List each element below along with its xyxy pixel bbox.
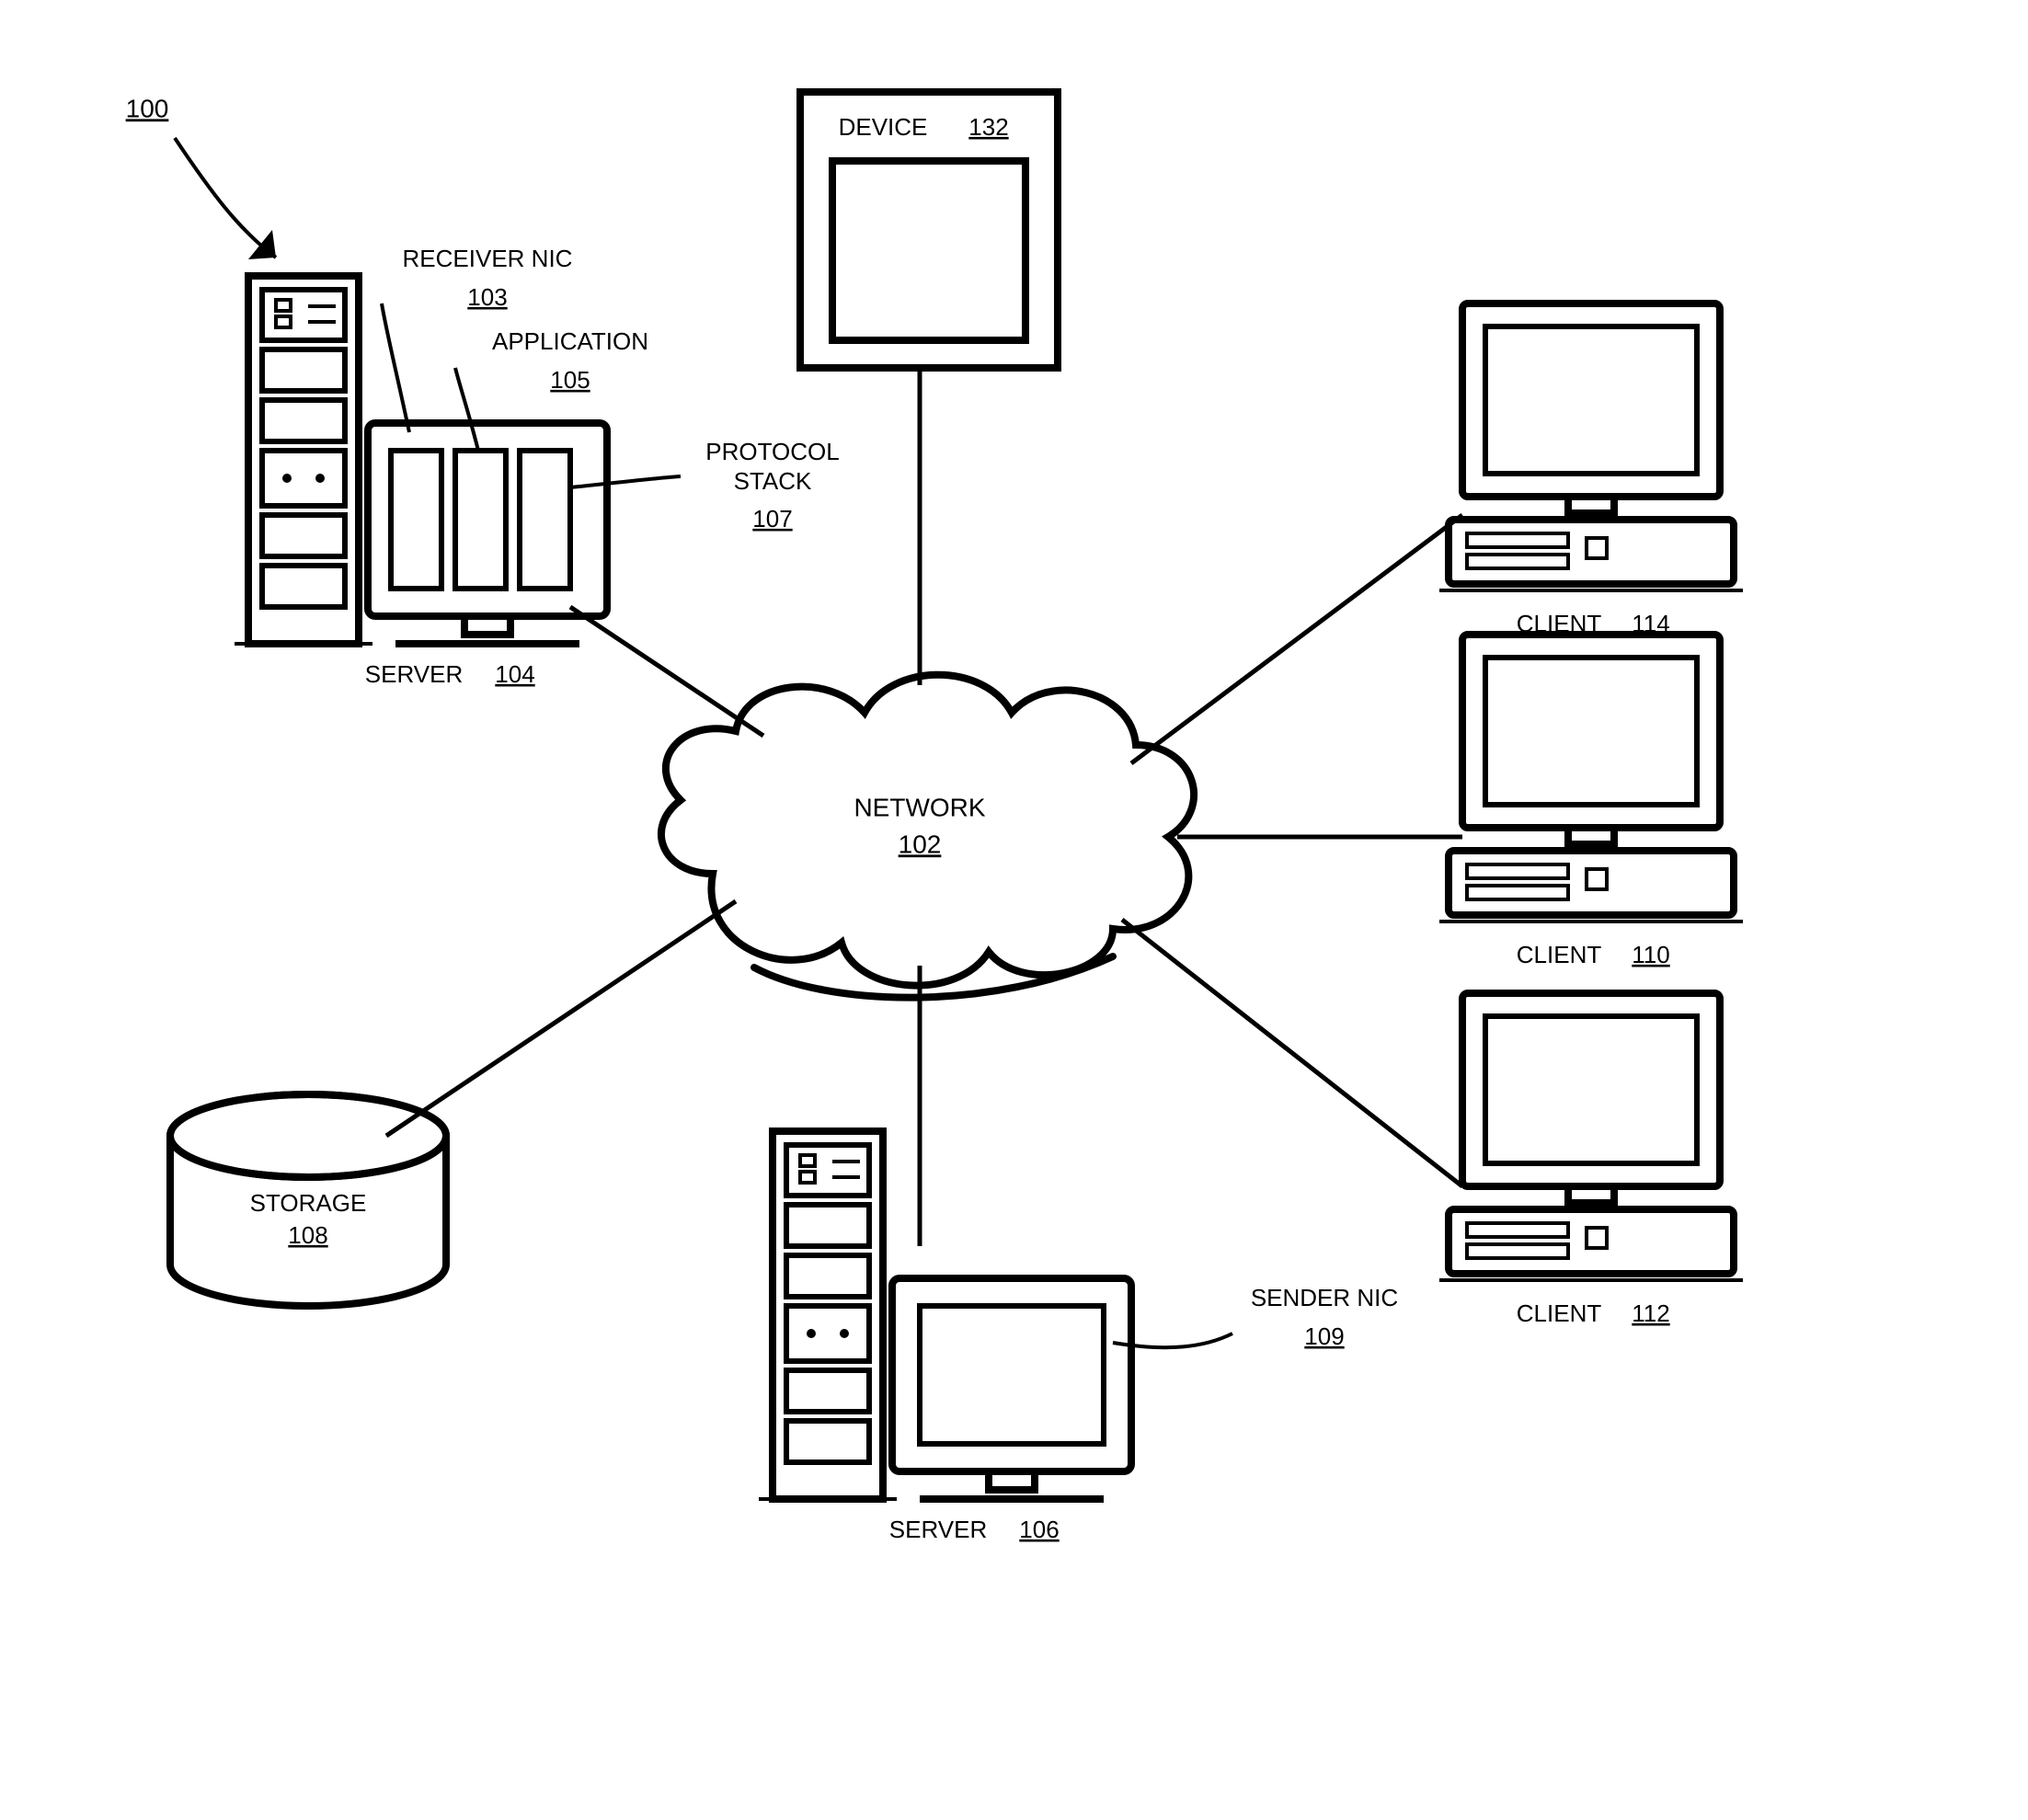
- server-106-monitor: [892, 1278, 1131, 1499]
- device-label: DEVICE: [839, 113, 928, 141]
- device-ref: 132: [968, 113, 1008, 141]
- network-ref: 102: [899, 830, 942, 858]
- storage-label: STORAGE: [250, 1189, 367, 1217]
- client-110-label: CLIENT: [1517, 941, 1602, 968]
- lead-protocol-stack: [570, 476, 681, 487]
- server-104-label: SERVER: [365, 660, 463, 688]
- sender-nic-label: SENDER NIC: [1251, 1284, 1398, 1311]
- svg-text:100: 100: [126, 94, 169, 122]
- lead-application: [455, 368, 478, 451]
- client-114: CLIENT 114: [1439, 303, 1743, 637]
- device: DEVICE 132: [800, 92, 1058, 368]
- application-label: APPLICATION: [492, 327, 648, 355]
- receiver-nic-ref: 103: [467, 283, 507, 311]
- client-110-ref: 110: [1632, 941, 1669, 968]
- client-110: CLIENT 110: [1439, 635, 1743, 968]
- server-106-label: SERVER: [889, 1516, 987, 1543]
- server-104-ref: 104: [495, 660, 534, 688]
- storage-ref: 108: [288, 1221, 327, 1249]
- server-104-monitor: [368, 423, 607, 644]
- server-106: SERVER 106 SENDER NIC 109: [759, 1131, 1398, 1543]
- client-112-label: CLIENT: [1517, 1299, 1602, 1327]
- protocol-stack-ref: 107: [752, 505, 792, 532]
- protocol-stack-label1: PROTOCOL: [705, 438, 839, 465]
- client-112: CLIENT 112: [1439, 993, 1743, 1327]
- server-104: SERVER 104 RECEIVER NIC 103 APPLICATION …: [235, 245, 840, 688]
- receiver-nic-label: RECEIVER NIC: [403, 245, 573, 272]
- lead-receiver-nic: [382, 303, 409, 432]
- protocol-stack-label2: STACK: [734, 467, 812, 495]
- figure-ref: 100: [126, 94, 276, 259]
- application-ref: 105: [550, 366, 590, 394]
- server-104-tower: [235, 276, 372, 644]
- client-112-ref: 112: [1632, 1299, 1669, 1327]
- sender-nic-ref: 109: [1304, 1322, 1344, 1350]
- server-106-ref: 106: [1019, 1516, 1059, 1543]
- network-label: NETWORK: [854, 793, 985, 821]
- server-106-tower: [759, 1131, 897, 1499]
